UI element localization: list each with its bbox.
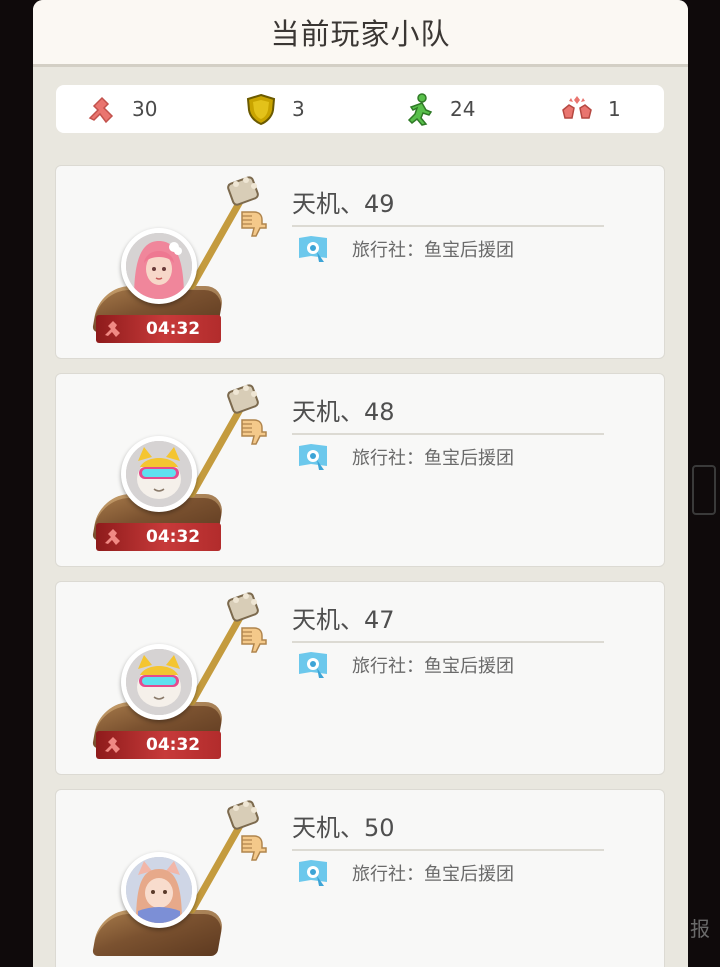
timer-text: 04:32 [146,319,201,339]
player-avatar-group: 04:32 [91,176,267,346]
avatar[interactable] [121,228,197,304]
player-name: 天机、50 [292,808,604,851]
stat-survivors: 24 [402,85,475,133]
agency-row: 旅行社：鱼宝后援团 [296,858,514,888]
agency-label: 旅行社：鱼宝后援团 [352,864,514,885]
timer-text: 04:32 [146,527,201,547]
player-squad-panel: 当前玩家小队 30 3 24 1 04:32 天机、49 旅行社：鱼宝后援团 0… [33,0,688,967]
player-avatar-group: 04:32 [91,384,267,554]
kill-icon [105,737,120,753]
stat-kills-value: 30 [132,97,158,121]
agency-row: 旅行社：鱼宝后援团 [296,442,514,472]
agency-label: 旅行社：鱼宝后援团 [352,656,514,677]
flag-icon [299,860,327,886]
panel-header: 当前玩家小队 [33,0,688,67]
agency-label: 旅行社：鱼宝后援团 [352,240,514,261]
stat-shield: 3 [244,85,305,133]
background-panel-outline [692,465,716,515]
avatar[interactable] [121,852,197,928]
avatar-image [126,441,192,507]
timer-text: 04:32 [146,735,201,755]
panel-title: 当前玩家小队 [270,17,451,51]
stat-kills: 30 [84,85,157,133]
stat-fights-value: 1 [608,97,621,121]
thumbs-down-icon[interactable] [236,622,270,656]
fist-clash-icon [562,96,592,119]
thumbs-down-icon[interactable] [236,414,270,448]
kill-icon [105,529,120,545]
kill-icon [88,96,114,124]
avatar-image [126,233,192,299]
kill-icon [105,321,120,337]
agency-label: 旅行社：鱼宝后援团 [352,448,514,469]
player-name: 天机、48 [292,392,604,435]
timer-badge: 04:32 [96,523,221,551]
avatar[interactable] [121,436,197,512]
timer-badge: 04:32 [96,315,221,343]
shield-icon [246,93,276,126]
stats-bar: 30 3 24 1 [56,85,664,133]
background-label: 报 [690,917,710,941]
agency-row: 旅行社：鱼宝后援团 [296,650,514,680]
player-avatar-group: 04:32 [91,592,267,762]
running-figure-icon [407,93,433,126]
agency-row: 旅行社：鱼宝后援团 [296,234,514,264]
stat-survivors-value: 24 [450,97,476,121]
avatar-image [126,649,192,715]
flag-icon [299,236,327,262]
player-card[interactable]: 04:32 天机、48 旅行社：鱼宝后援团 [55,373,665,567]
player-card[interactable]: 天机、50 旅行社：鱼宝后援团 [55,789,665,967]
flag-icon [299,444,327,470]
stat-fights: 1 [560,85,621,133]
player-name: 天机、49 [292,184,604,227]
avatar-image [126,857,192,923]
thumbs-down-icon[interactable] [236,830,270,864]
player-card[interactable]: 04:32 天机、49 旅行社：鱼宝后援团 [55,165,665,359]
flag-icon [299,652,327,678]
stat-shield-value: 3 [292,97,305,121]
player-card[interactable]: 04:32 天机、47 旅行社：鱼宝后援团 [55,581,665,775]
player-name: 天机、47 [292,600,604,643]
thumbs-down-icon[interactable] [236,206,270,240]
player-avatar-group [91,800,267,967]
timer-badge: 04:32 [96,731,221,759]
avatar[interactable] [121,644,197,720]
